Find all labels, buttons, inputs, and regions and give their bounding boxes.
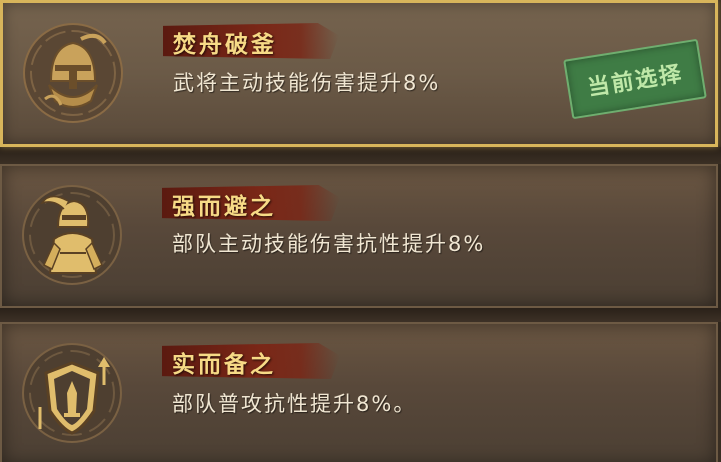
talent-description: 武将主动技能伤害提升8%	[173, 71, 441, 95]
armored-soldier-icon	[20, 183, 124, 287]
talent-title: 实而备之	[172, 352, 276, 378]
talent-description: 部队普攻抗性提升8%。	[172, 392, 417, 416]
talent-card-shi-er-bei-zhi[interactable]: 实而备之 部队普攻抗性提升8%。	[0, 322, 718, 462]
divider	[0, 308, 721, 322]
talent-card-fenzhou-pofu[interactable]: 焚舟破釜 武将主动技能伤害提升8% 当前选择	[0, 0, 718, 147]
talent-title: 焚舟破釜	[173, 32, 277, 58]
talent-title: 强而避之	[172, 194, 276, 220]
current-selection-stamp: 当前选择	[563, 38, 707, 120]
warrior-helmet-icon	[21, 21, 125, 125]
talent-selection-panel: 焚舟破釜 武将主动技能伤害提升8% 当前选择 强而避之 部队主动技能伤害抗性提升…	[0, 0, 721, 462]
divider	[0, 147, 721, 164]
shield-sword-icon	[20, 341, 124, 445]
current-selection-label: 当前选择	[586, 61, 685, 102]
talent-description: 部队主动技能伤害抗性提升8%	[172, 232, 486, 256]
talent-card-qiang-er-bi-zhi[interactable]: 强而避之 部队主动技能伤害抗性提升8%	[0, 164, 718, 308]
